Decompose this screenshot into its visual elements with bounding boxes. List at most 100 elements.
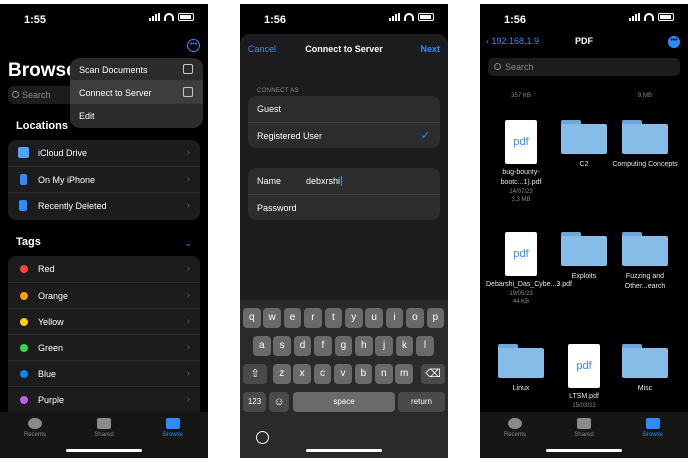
key-e[interactable]: e: [283, 308, 302, 328]
key-123[interactable]: 123: [243, 392, 266, 412]
signal-icon: [389, 13, 400, 21]
phone-icon: [20, 174, 27, 185]
menu-item-connect-to-server[interactable]: Connect to Server: [70, 81, 203, 104]
connect-as-options: Guest Registered User ✓: [248, 96, 440, 148]
item-name: Linux: [512, 385, 530, 392]
location-icloud-drive[interactable]: iCloud Drive ›: [8, 140, 200, 166]
backspace-icon[interactable]: ⌫: [421, 364, 445, 384]
password-field[interactable]: Password: [248, 194, 440, 220]
phone-connect-server: 1:56 Cancel Connect to Server Next CONNE…: [240, 4, 448, 458]
key-r[interactable]: r: [304, 308, 322, 328]
search-input[interactable]: Search: [488, 58, 680, 76]
file-item[interactable]: pdf LTSM.pdf 15/03/23: [549, 344, 619, 410]
search-input[interactable]: Search: [8, 86, 78, 104]
key-g[interactable]: g: [334, 336, 353, 356]
more-options-icon[interactable]: •••: [187, 39, 200, 52]
search-icon: [12, 91, 19, 98]
key-t[interactable]: t: [324, 308, 343, 328]
context-menu: Scan Documents Connect to Server Edit: [70, 58, 203, 128]
folder-item[interactable]: Computing Concepts: [610, 120, 680, 170]
key-j[interactable]: j: [375, 336, 393, 356]
key-f[interactable]: f: [314, 336, 332, 356]
nav-title: PDF: [575, 36, 593, 46]
tag-dot-icon: [20, 292, 28, 300]
item-name: LTSM.pdf: [569, 393, 599, 400]
phone-pdf-folder: 1:56 ‹ 192.168.1.9 PDF ••• Search 357 KB…: [480, 4, 688, 458]
key-p[interactable]: p: [426, 308, 445, 328]
option-guest[interactable]: Guest: [248, 96, 440, 122]
key-u[interactable]: u: [365, 308, 383, 328]
tab-shared[interactable]: Shared: [559, 418, 609, 438]
status-bar: 1:56: [240, 4, 448, 32]
item-date: 19/05/23: [509, 291, 533, 297]
file-item[interactable]: pdf bug-bounty-bootc...1).pdf 14/07/23 3.3 …: [486, 120, 556, 204]
folder-item[interactable]: Fuzzing and Other...earch: [610, 232, 680, 292]
key-return[interactable]: return: [398, 392, 445, 412]
location-on-my-iphone[interactable]: On My iPhone ›: [8, 166, 200, 192]
key-v[interactable]: v: [334, 364, 352, 384]
key-i[interactable]: i: [385, 308, 404, 328]
key-a[interactable]: a: [253, 336, 271, 356]
key-space[interactable]: space: [293, 392, 395, 412]
emoji-key-icon[interactable]: ☺: [269, 392, 289, 412]
tab-browse[interactable]: Browse: [628, 418, 678, 438]
tag-yellow[interactable]: Yellow ›: [8, 308, 200, 334]
locations-list: iCloud Drive › On My iPhone › Recently Del…: [8, 140, 200, 220]
folder-item[interactable]: Linux: [486, 344, 556, 394]
tab-shared[interactable]: Shared: [79, 418, 129, 438]
tags-list: Red › Orange › Yellow › Green › Blue › Purple…: [8, 256, 200, 416]
key-d[interactable]: d: [293, 336, 312, 356]
pdf-file-icon: pdf: [568, 344, 600, 388]
key-k[interactable]: k: [395, 336, 414, 356]
tag-red[interactable]: Red ›: [8, 256, 200, 282]
tab-recents[interactable]: Recents: [10, 418, 60, 438]
folder-item[interactable]: Exploits: [549, 232, 619, 282]
name-field[interactable]: Name debxrshi: [248, 168, 440, 194]
shared-folder-icon: [577, 418, 591, 429]
key-l[interactable]: l: [416, 336, 434, 356]
menu-item-scan-documents[interactable]: Scan Documents: [70, 58, 203, 81]
name-input-value: debxrshi: [306, 176, 341, 186]
file-item[interactable]: pdf Debarshi_Das_Cybe...3.pdf 19/05/23 44 K…: [486, 232, 572, 306]
chevron-down-icon[interactable]: ⌄: [184, 238, 192, 249]
page-title: Browse: [8, 60, 77, 81]
tag-green[interactable]: Green ›: [8, 334, 200, 360]
menu-item-edit[interactable]: Edit: [70, 104, 203, 127]
tag-orange[interactable]: Orange ›: [8, 282, 200, 308]
tag-dot-icon: [20, 370, 28, 378]
file-meta-partial: 9 MB: [637, 93, 652, 99]
key-w[interactable]: w: [263, 308, 281, 328]
key-m[interactable]: m: [395, 364, 413, 384]
chevron-right-icon: ›: [186, 394, 190, 405]
more-options-icon[interactable]: •••: [668, 36, 680, 48]
option-registered-user[interactable]: Registered User ✓: [248, 122, 440, 148]
key-b[interactable]: b: [354, 364, 373, 384]
folder-item[interactable]: Misc: [610, 344, 680, 394]
folder-item[interactable]: C2: [549, 120, 619, 170]
item-name: C2: [579, 161, 589, 168]
tab-browse[interactable]: Browse: [148, 418, 198, 438]
globe-icon[interactable]: [256, 431, 269, 444]
item-size: 44 KB: [512, 299, 530, 305]
key-y[interactable]: y: [345, 308, 363, 328]
tab-recents[interactable]: Recents: [490, 418, 540, 438]
key-c[interactable]: c: [313, 364, 332, 384]
chevron-right-icon: ›: [186, 200, 190, 211]
tag-dot-icon: [20, 318, 28, 326]
next-button[interactable]: Next: [420, 44, 440, 54]
item-name: Exploits: [571, 273, 597, 280]
location-recently-deleted[interactable]: Recently Deleted ›: [8, 192, 200, 218]
chevron-right-icon: ›: [186, 174, 190, 185]
key-o[interactable]: o: [406, 308, 424, 328]
tag-blue[interactable]: Blue ›: [8, 360, 200, 386]
key-h[interactable]: h: [355, 336, 373, 356]
keyboard: q w e r t y u i o p a s d f g h j k l z x c v b n m ⇧ ⌫ 123 ☺ space…: [240, 300, 448, 458]
key-x[interactable]: x: [293, 364, 311, 384]
search-icon: [494, 63, 501, 70]
tag-purple[interactable]: Purple ›: [8, 386, 200, 412]
key-z[interactable]: z: [273, 364, 291, 384]
key-q[interactable]: q: [243, 308, 261, 328]
shift-icon[interactable]: ⇧: [243, 364, 267, 384]
key-n[interactable]: n: [375, 364, 393, 384]
key-s[interactable]: s: [273, 336, 291, 356]
